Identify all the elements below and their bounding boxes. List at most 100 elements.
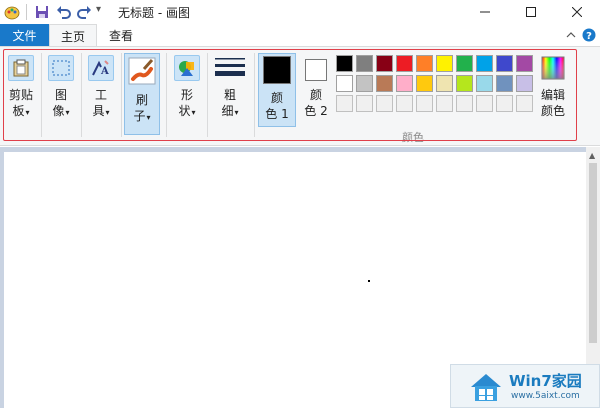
- color2-label-1: 颜: [309, 88, 322, 102]
- color-swatch[interactable]: [396, 55, 413, 72]
- minimize-button[interactable]: [462, 0, 508, 24]
- edit-colors-label-1: 编辑: [540, 88, 565, 102]
- scrollbar-thumb[interactable]: [589, 163, 597, 343]
- undo-icon[interactable]: [56, 4, 72, 20]
- size-label-2: 细: [221, 104, 234, 118]
- save-icon[interactable]: [34, 4, 50, 20]
- color-spectrum-icon: [540, 55, 566, 81]
- color1-button[interactable]: 颜 色 1: [258, 53, 296, 127]
- clipboard-label-2: 板: [12, 104, 25, 118]
- color-swatch[interactable]: [416, 55, 433, 72]
- color-swatch[interactable]: [436, 75, 453, 92]
- color-swatch[interactable]: [336, 95, 353, 112]
- brushes-label-1: 刷: [135, 93, 148, 107]
- clipboard-icon: [8, 55, 34, 81]
- svg-text:A: A: [100, 66, 109, 77]
- size-button[interactable]: 粗 细▾: [212, 55, 248, 133]
- color-swatch[interactable]: [516, 95, 533, 112]
- color-swatch[interactable]: [336, 55, 353, 72]
- color2-preview: [305, 59, 327, 81]
- clipboard-label-1: 剪贴: [8, 88, 33, 102]
- color-swatch[interactable]: [496, 55, 513, 72]
- window-title: 无标题 - 画图: [118, 6, 190, 20]
- watermark-url: www.5aixt.com: [511, 391, 580, 401]
- watermark-badge: Win7家园 www.5aixt.com: [450, 364, 600, 408]
- house-logo-icon: [471, 374, 501, 401]
- color-swatch[interactable]: [356, 95, 373, 112]
- help-icon[interactable]: ?: [582, 28, 596, 42]
- image-label-1: 图: [54, 88, 67, 102]
- colors-group-label: 颜色: [402, 131, 424, 144]
- tools-icon: A: [88, 55, 114, 81]
- color-swatch[interactable]: [356, 75, 373, 92]
- color-swatch[interactable]: [456, 55, 473, 72]
- select-icon: [48, 55, 74, 81]
- titlebar-divider: [26, 4, 27, 20]
- color-swatch[interactable]: [516, 75, 533, 92]
- tab-home[interactable]: 主页: [49, 24, 97, 47]
- color-swatch[interactable]: [456, 95, 473, 112]
- watermark-title: Win7家园: [509, 372, 582, 390]
- color-swatch[interactable]: [436, 55, 453, 72]
- color1-label-1: 颜: [270, 91, 283, 105]
- color2-button[interactable]: 颜 色 2: [298, 55, 334, 133]
- brushes-dropdown-icon: ▾: [146, 113, 151, 122]
- color-swatch[interactable]: [416, 95, 433, 112]
- minimize-icon: [480, 11, 490, 13]
- color-swatch[interactable]: [376, 75, 393, 92]
- group-separator: [41, 53, 42, 137]
- color2-label-2: 色 2: [304, 104, 328, 118]
- brushes-label-2: 子: [133, 109, 146, 123]
- color-swatch[interactable]: [496, 95, 513, 112]
- image-label-2: 像: [52, 104, 65, 118]
- color-swatch[interactable]: [336, 75, 353, 92]
- shapes-icon: [174, 55, 200, 81]
- brushes-button[interactable]: 刷 子▾: [124, 53, 160, 135]
- image-button[interactable]: 图 像▾: [46, 55, 76, 133]
- edit-colors-button[interactable]: 编辑 颜色: [536, 55, 570, 133]
- color-swatch[interactable]: [396, 75, 413, 92]
- clipboard-dropdown-icon: ▾: [25, 108, 30, 117]
- color-swatch[interactable]: [476, 95, 493, 112]
- group-separator: [166, 53, 167, 137]
- tools-dropdown-icon: ▾: [105, 108, 110, 117]
- close-button[interactable]: [554, 0, 600, 24]
- maximize-button[interactable]: [508, 0, 554, 24]
- group-separator: [121, 53, 122, 137]
- file-tab[interactable]: 文件: [0, 24, 49, 46]
- clipboard-button[interactable]: 剪贴 板▾: [6, 55, 36, 133]
- svg-text:?: ?: [586, 31, 592, 42]
- collapse-ribbon-icon[interactable]: [566, 31, 576, 39]
- customize-quick-access-icon[interactable]: ▾: [96, 4, 101, 15]
- color-swatch[interactable]: [376, 55, 393, 72]
- scroll-up-icon[interactable]: ▲: [589, 151, 595, 160]
- edit-colors-label-2: 颜色: [540, 104, 565, 118]
- shapes-dropdown-icon: ▾: [191, 108, 196, 117]
- tools-label-1: 工: [94, 88, 107, 102]
- shapes-label-1: 形: [180, 88, 193, 102]
- shapes-label-2: 状: [178, 104, 191, 118]
- color-swatch[interactable]: [436, 95, 453, 112]
- shapes-button[interactable]: 形 状▾: [172, 55, 202, 133]
- image-dropdown-icon: ▾: [65, 108, 70, 117]
- group-separator: [81, 53, 82, 137]
- color-swatch[interactable]: [496, 75, 513, 92]
- color-swatch[interactable]: [456, 75, 473, 92]
- color-palette: [336, 55, 536, 115]
- color-swatch[interactable]: [396, 95, 413, 112]
- color-swatch[interactable]: [476, 75, 493, 92]
- color-swatch[interactable]: [356, 55, 373, 72]
- close-icon: [572, 7, 582, 17]
- redo-icon[interactable]: [76, 4, 92, 20]
- color1-preview: [263, 56, 291, 84]
- paint-app-icon[interactable]: [4, 4, 20, 20]
- ribbon-panel: 剪贴 板▾ 图 像▾ A 工 具▾ 刷 子▾ 形 状▾ 粗 细▾ 颜 色 1 颜…: [0, 46, 600, 146]
- color-swatch[interactable]: [376, 95, 393, 112]
- group-separator: [254, 53, 255, 137]
- color-swatch[interactable]: [516, 55, 533, 72]
- color-swatch[interactable]: [416, 75, 433, 92]
- tools-button[interactable]: A 工 具▾: [86, 55, 116, 133]
- brush-icon: [127, 56, 157, 86]
- color-swatch[interactable]: [476, 55, 493, 72]
- tab-view[interactable]: 查看: [100, 24, 142, 46]
